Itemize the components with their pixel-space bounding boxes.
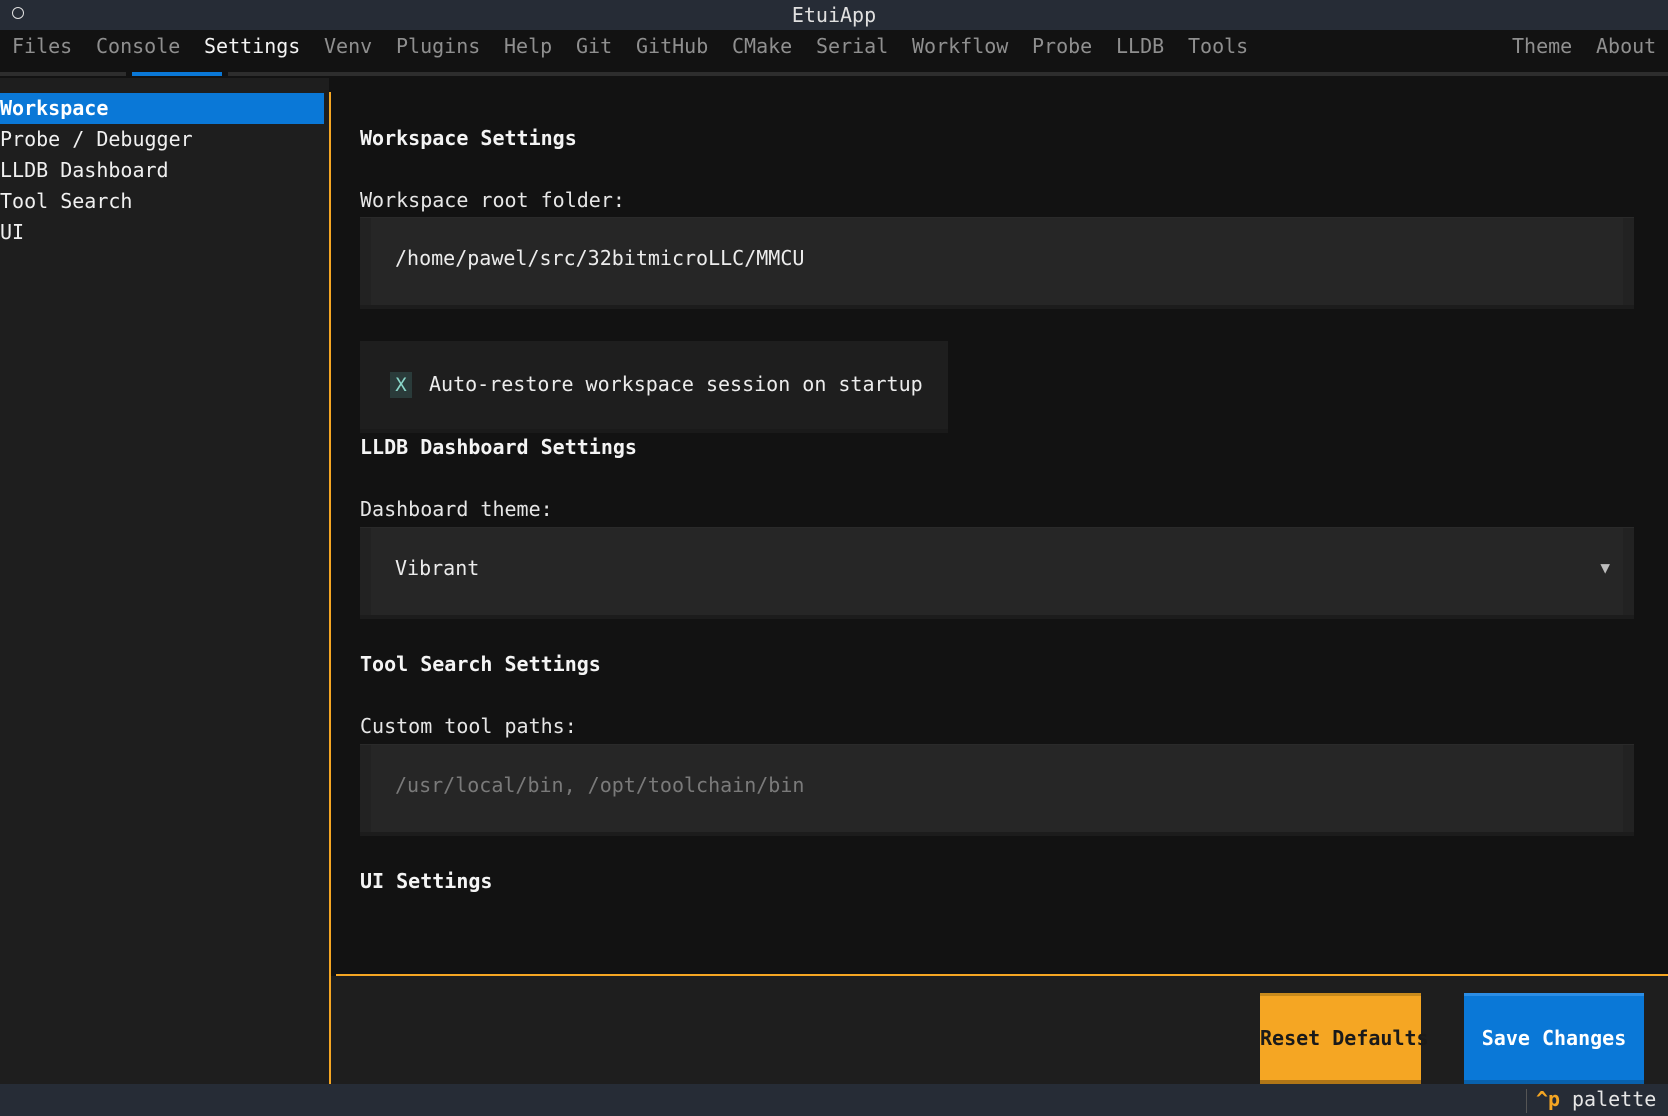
menu-bar: Files Console Settings Venv Plugins Help…: [0, 30, 1668, 78]
custom-tool-paths-input[interactable]: /usr/local/bin, /opt/toolchain/bin: [360, 744, 1634, 836]
menu-item-serial[interactable]: Serial: [816, 34, 888, 58]
tool-search-settings-heading: Tool Search Settings: [360, 652, 601, 676]
custom-tool-paths-placeholder: /usr/local/bin, /opt/toolchain/bin: [395, 773, 805, 797]
menu-item-tools[interactable]: Tools: [1188, 34, 1248, 58]
menu-item-venv[interactable]: Venv: [324, 34, 372, 58]
workspace-settings-heading: Workspace Settings: [360, 126, 577, 150]
sidebar-item-tool-search[interactable]: Tool Search: [0, 186, 324, 217]
settings-content: Workspace Settings Workspace root folder…: [331, 78, 1668, 970]
sidebar-item-ui[interactable]: UI: [0, 217, 324, 248]
menu-underline-right: [228, 72, 1668, 76]
dashboard-theme-select-inner: [371, 528, 1623, 615]
status-bar: ^p palette: [0, 1084, 1668, 1116]
sidebar-item-lldb-dashboard[interactable]: LLDB Dashboard: [0, 155, 324, 186]
menu-item-workflow[interactable]: Workflow: [912, 34, 1008, 58]
menu-item-help[interactable]: Help: [504, 34, 552, 58]
menu-underline-left: [0, 72, 126, 76]
chevron-down-icon[interactable]: ▼: [1600, 558, 1610, 577]
menu-item-cmake[interactable]: CMake: [732, 34, 792, 58]
menu-item-lldb[interactable]: LLDB: [1116, 34, 1164, 58]
menu-item-probe[interactable]: Probe: [1032, 34, 1092, 58]
workspace-root-label: Workspace root folder:: [360, 188, 625, 212]
menu-item-plugins[interactable]: Plugins: [396, 34, 480, 58]
dashboard-theme-label: Dashboard theme:: [360, 497, 553, 521]
window-title: EtuiApp: [791, 3, 877, 27]
palette-shortcut-label[interactable]: palette: [1572, 1087, 1656, 1111]
title-bar: EtuiApp: [0, 0, 1668, 30]
dashboard-theme-value: Vibrant: [395, 556, 480, 580]
menu-item-github[interactable]: GitHub: [636, 34, 708, 58]
save-changes-button[interactable]: Save Changes: [1464, 993, 1644, 1085]
menu-item-settings[interactable]: Settings: [204, 34, 300, 58]
sidebar-item-workspace[interactable]: Workspace: [0, 93, 324, 124]
menu-item-files[interactable]: Files: [12, 34, 72, 58]
workspace-root-input[interactable]: /home/pawel/src/32bitmicroLLC/MMCU: [360, 217, 1634, 309]
ui-settings-heading: UI Settings: [360, 869, 493, 893]
workspace-root-value: /home/pawel/src/32bitmicroLLC/MMCU: [395, 246, 805, 270]
menu-item-git[interactable]: Git: [576, 34, 612, 58]
palette-shortcut-key[interactable]: ^p: [1536, 1087, 1560, 1111]
menu-item-theme[interactable]: Theme: [1512, 34, 1572, 58]
settings-footer: Reset Defaults Save Changes: [331, 976, 1668, 1085]
menu-item-console[interactable]: Console: [96, 34, 180, 58]
auto-restore-label: Auto-restore workspace session on startu…: [429, 372, 923, 396]
sidebar-item-probe-debugger[interactable]: Probe / Debugger: [0, 124, 324, 155]
dashboard-theme-select[interactable]: Vibrant ▼: [360, 527, 1634, 619]
lldb-settings-heading: LLDB Dashboard Settings: [360, 435, 637, 459]
menu-item-about[interactable]: About: [1596, 34, 1656, 58]
reset-defaults-button[interactable]: Reset Defaults: [1260, 993, 1429, 1085]
custom-tool-paths-label: Custom tool paths:: [360, 714, 577, 738]
auto-restore-toggle[interactable]: X Auto-restore workspace session on star…: [360, 341, 948, 433]
status-separator: [1526, 1089, 1527, 1113]
auto-restore-checkbox[interactable]: X: [390, 372, 412, 398]
active-tab-indicator: [132, 72, 222, 76]
settings-sidebar: Workspace Probe / Debugger LLDB Dashboar…: [0, 78, 329, 1084]
